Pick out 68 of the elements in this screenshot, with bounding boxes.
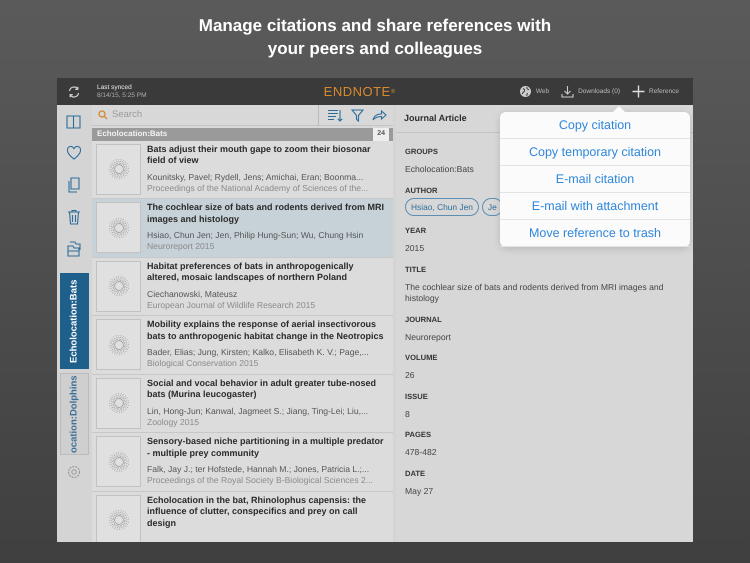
group-title: Echolocation:Bats — [97, 128, 168, 140]
reference-source: Neuroreport 2015 — [147, 241, 216, 252]
reference-source: European Journal of Wildlife Research 2015 — [147, 300, 316, 310]
field-value: May 27 — [405, 486, 434, 498]
reference-row[interactable]: Bats adjust their mouth gape to zoom their biosonar field of view Kounitsky, Pavel; Rydell, Jens; Amichai, Eran; Boonma... Proceedings of the National Academy of Sciences of the... — [92, 140, 393, 199]
book-icon[interactable] — [66, 113, 82, 129]
download-icon — [561, 85, 574, 98]
field-value: 478-482 — [405, 447, 437, 459]
reference-source: Zoology 2015 — [147, 416, 200, 428]
reference-authors: Hsiao, Chun Jen; Jen, Philip Hung-Sun; Wu, Chung Hsin — [147, 229, 364, 241]
menu-item[interactable]: Copy temporary citation — [500, 139, 690, 166]
reference-authors: Lin, Hong-Jun; Kanwal, Jagmeet S.; Jiang, Ting-Lei; Liu,... — [147, 404, 370, 416]
search-icon — [98, 110, 108, 120]
reference-title: Mobility explains the response of aerial insectivorous bats to anthropogenic habitat change in the Neotropics — [147, 319, 385, 342]
field-value: The cochlear size of bats and rodents derived from MRI images and histology — [405, 282, 664, 305]
menu-item[interactable]: E-mail with attachment — [500, 193, 690, 220]
reference-type: Journal Article — [404, 112, 468, 125]
app-logo: ENDNOTE$^{®}$ — [324, 82, 396, 101]
group-tab[interactable]: ocation:Dolphins — [60, 373, 88, 455]
spiral-icon — [108, 392, 130, 414]
trash-icon[interactable] — [66, 209, 82, 225]
reference-authors: Ciechanowski, Mateusz — [147, 288, 238, 300]
share-icon[interactable] — [372, 109, 387, 121]
reference-title: Bats adjust their mouth gape to zoom their biosonar field of view — [147, 144, 372, 166]
reference-row[interactable]: Social and vocal behavior in adult greater tube-nosed bats (Murina leucogaster) Lin, Hong-Jun; Kanwal, Jagmeet S.; Jiang, Ting-Lei; Liu,... Zoology 2015 — [92, 374, 393, 433]
filter-icon[interactable] — [351, 108, 364, 122]
spiral-icon — [108, 450, 130, 472]
reference-row[interactable]: Habitat preferences of bats in anthropogenically altered, mosaic landscapes of northern Poland Ciechanowski, Mateusz European Journal of Wildlife Research 2015 — [92, 258, 393, 316]
menu-item[interactable]: E-mail citation — [500, 166, 690, 193]
reference-row[interactable]: Mobility explains the response of aerial insectivorous bats to anthropogenic habitat change in the Neotropics Bader, Elias; Jung, Kirsten; Kalko, Elisabeth K. V.; Page,... Biological Conservation 2015 — [92, 316, 393, 374]
reference-title: Social and vocal behavior in adult greater tube-nosed bats (Murina leucogaster) — [147, 378, 378, 400]
spiral-icon — [108, 509, 130, 531]
field-value: 2015 — [405, 243, 424, 255]
reference-row[interactable] — [92, 433, 393, 492]
menu-item[interactable]: Move reference to trash — [500, 220, 690, 247]
reference-source: Proceedings of the Royal Society B-Biological Sciences 2... — [147, 475, 374, 486]
field-value: 26 — [405, 370, 415, 382]
field-value: Neuroreport — [405, 332, 451, 344]
sync-icon[interactable] — [67, 84, 81, 98]
reference-authors: Bader, Elias; Jung, Kirsten; Kalko, Elisabeth K. V.; Page,... — [147, 346, 370, 358]
reference-source: Biological Conservation 2015 — [147, 358, 260, 369]
field-value: 8 — [405, 408, 410, 420]
reference-row[interactable]: The cochlear size of bats and rodents derived from MRI images and histology Hsiao, Chun Jen; Jen, Philip Hung-Sun; Wu, Chung Hsin Neuroreport 2015 — [92, 199, 393, 258]
menu-item[interactable]: Copy citation — [500, 112, 690, 139]
group-tab[interactable]: Echolocation:Bats — [60, 273, 88, 369]
spiral-icon — [108, 275, 130, 297]
headline: Manage citations and share references with your peers and colleagues — [198, 15, 552, 60]
spiral-icon — [108, 158, 130, 180]
folders-icon[interactable] — [66, 241, 82, 257]
plus-icon — [632, 85, 645, 98]
reference-authors: Falk, Jay J.; ter Hofstede, Hannah M.; Jones, Patricia L.;... — [147, 463, 370, 475]
documents-icon[interactable] — [66, 177, 82, 193]
globe-icon — [518, 85, 532, 98]
reference-title: The cochlear size of bats and rodents derived from MRI images and histology — [147, 202, 385, 225]
search-field[interactable]: Search — [112, 108, 262, 122]
reference-title: Echolocation in the bat, Rhinolophus capensis: the influence of clutter, conspecifics and prey on call design — [147, 494, 368, 529]
reference-authors: Kounitsky, Pavel; Rydell, Jens; Amichai, Eran; Boonma... — [147, 170, 364, 182]
reference-source: Proceedings of the National Academy of Sciences of the... — [147, 182, 370, 194]
settings-icon[interactable] — [67, 465, 81, 479]
reference-title: Habitat preferences of bats in anthropogenically altered, mosaic landscapes of northern Poland — [147, 260, 355, 284]
field-value: Echolocation:Bats — [405, 164, 474, 176]
author-chip[interactable]: Hsiao, Chun Jen — [405, 198, 479, 216]
spiral-icon — [108, 334, 130, 356]
reference-title: Sensory-based niche partitioning in a multiple predator - multiple prey community — [147, 436, 385, 459]
sort-icon[interactable] — [327, 108, 343, 122]
spiral-icon — [108, 216, 130, 238]
heart-icon[interactable] — [66, 145, 82, 161]
reference-row[interactable]: Echolocation in the bat, Rhinolophus capensis: the influence of clutter, conspecifics and prey on call design — [92, 492, 393, 542]
